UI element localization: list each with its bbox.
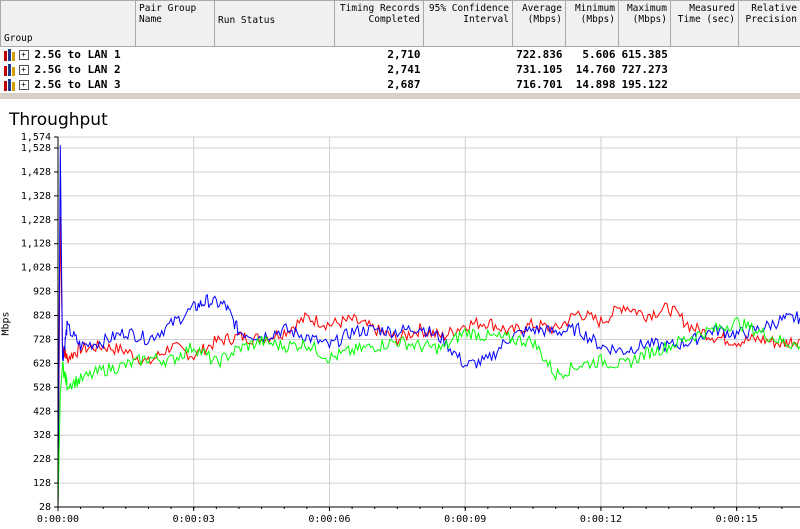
series-lines (57, 145, 800, 508)
table-row[interactable]: +2.5G to LAN 1 2,710 722.836 5.606 615.3… (1, 47, 800, 63)
column-header-group[interactable]: Group (0, 0, 136, 47)
table-row[interactable]: +2.5G to LAN 2 2,741 731.105 14.760 727.… (1, 62, 800, 77)
axes: 28 128 228 328 428 528 628 728 828 928 1,028 1,128 1… (21, 132, 800, 525)
minimum-cell: 14.898 (575, 78, 616, 91)
x-tick-label: 0:00:15 (716, 514, 758, 525)
group-name: 2.5G to LAN 1 (34, 48, 121, 61)
y-tick-label: 1,128 (21, 239, 51, 250)
results-table: Group Pair Group Name Run Status Timing … (0, 0, 800, 92)
column-header-timing-records[interactable]: Timing Records Completed (334, 0, 424, 47)
y-tick-label: 828 (33, 311, 51, 322)
x-tick-label: 0:00:00 (37, 514, 79, 525)
group-cell: +2.5G to LAN 3 (1, 77, 136, 92)
column-header-measured-time[interactable]: Measured Time (sec) (670, 0, 739, 47)
x-tick-label: 0:00:12 (580, 514, 622, 525)
throughput-chart: 28 128 228 328 428 528 628 728 828 928 1,028 1,128 1… (21, 132, 800, 525)
x-tick-label: 0:00:03 (173, 514, 215, 525)
pair-group-icon (3, 49, 15, 61)
header-row: Group Pair Group Name Run Status Timing … (0, 0, 800, 47)
pair-group-icon (3, 64, 15, 76)
pair-group-icon (3, 79, 15, 91)
y-tick-label: 528 (33, 382, 51, 393)
timing-records-cell: 2,710 (387, 48, 421, 61)
minimum-cell: 14.760 (575, 63, 616, 76)
timing-records-cell: 2,741 (387, 63, 421, 76)
maximum-cell: 195.122 (621, 78, 668, 91)
average-cell: 731.105 (516, 63, 563, 76)
maximum-cell: 727.273 (621, 63, 668, 76)
expand-icon[interactable]: + (18, 65, 29, 75)
y-tick-label: 628 (33, 358, 51, 369)
expand-icon[interactable]: + (18, 80, 29, 90)
series-line-1 (57, 216, 800, 508)
column-header-minimum[interactable]: Minimum (Mbps) (565, 0, 619, 47)
y-tick-label: 428 (33, 406, 51, 417)
group-name: 2.5G to LAN 3 (34, 78, 121, 91)
maximum-cell: 615.385 (621, 48, 668, 61)
y-tick-label: 1,574 (21, 132, 51, 143)
timing-records-cell: 2,687 (387, 78, 421, 91)
y-tick-label: 728 (33, 334, 51, 345)
y-tick-label: 928 (33, 287, 51, 298)
y-tick-label: 128 (33, 478, 51, 489)
column-header-average[interactable]: Average (Mbps) (512, 0, 566, 47)
x-tick-label: 0:00:09 (444, 514, 486, 525)
results-grid: Group Pair Group Name Run Status Timing … (0, 0, 800, 93)
minimum-cell: 5.606 (582, 48, 616, 61)
chart-title: Throughput (9, 110, 108, 130)
average-cell: 722.836 (516, 48, 563, 61)
column-header-pair-group-name[interactable]: Pair Group Name (135, 0, 215, 47)
group-cell: +2.5G to LAN 2 (1, 62, 136, 77)
expand-icon[interactable]: + (18, 50, 29, 60)
x-tick-label: 0:00:06 (308, 514, 350, 525)
group-name: 2.5G to LAN 2 (34, 63, 121, 76)
group-cell: +2.5G to LAN 1 (1, 47, 136, 63)
column-header-run-status[interactable]: Run Status (214, 0, 335, 47)
column-header-maximum[interactable]: Maximum (Mbps) (618, 0, 671, 47)
y-tick-label: 28 (39, 502, 51, 513)
y-tick-label: 1,328 (21, 191, 51, 202)
y-tick-label: 1,228 (21, 215, 51, 226)
y-tick-label: 328 (33, 430, 51, 441)
series-line-3 (57, 316, 800, 508)
y-tick-label: 1,428 (21, 167, 51, 178)
column-header-confidence-interval[interactable]: 95% Confidence Interval (423, 0, 513, 47)
column-header-relative-precision[interactable]: Relative Precision (738, 0, 800, 47)
table-row[interactable]: +2.5G to LAN 3 2,687 716.701 14.898 195.… (1, 77, 800, 92)
y-tick-label: 228 (33, 454, 51, 465)
average-cell: 716.701 (516, 78, 563, 91)
y-tick-label: 1,528 (21, 143, 51, 154)
y-tick-label: 1,028 (21, 263, 51, 274)
splitter-bar[interactable] (0, 93, 800, 99)
